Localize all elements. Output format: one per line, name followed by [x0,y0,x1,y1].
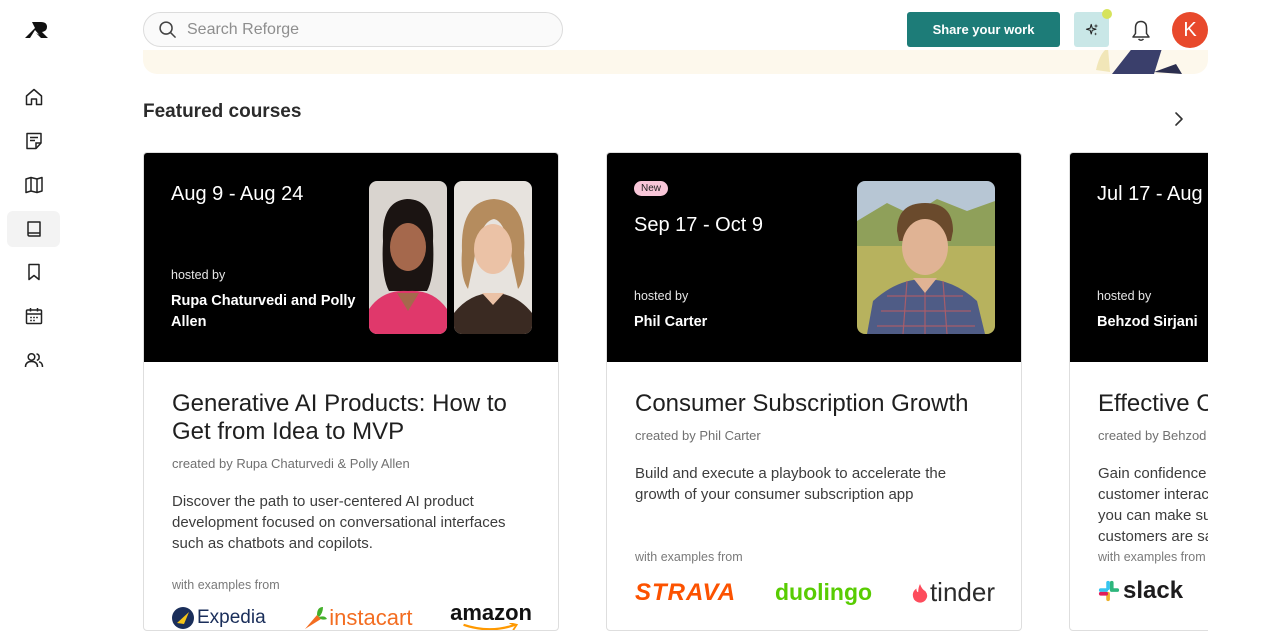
bookmark-icon [27,263,40,281]
card-body: Effective Customer Research created by B… [1070,390,1208,547]
calendar-icon [25,308,42,325]
card-header: Aug 9 - Aug 24 hosted by Rupa Chaturvedi… [144,153,558,362]
search-icon [159,21,176,38]
course-dates: Sep 17 - Oct 9 [634,214,763,236]
bell-icon[interactable] [1130,19,1152,43]
sidebar [0,0,76,634]
company-logos: Expedia instacart amazon [172,602,532,631]
reforge-logo[interactable] [22,16,54,44]
sidebar-item-notes[interactable] [7,123,60,159]
ai-assistant-button[interactable] [1074,9,1112,47]
card-body: Consumer Subscription Growth created by … [607,390,1021,505]
card-header: New Sep 17 - Oct 9 hosted by Phil Carter [607,153,1021,362]
users-icon [24,352,43,368]
search-input[interactable] [187,20,547,39]
hosted-by-label: hosted by [634,289,689,303]
hosted-by-label: hosted by [171,268,226,282]
strava-logo: STRAVA [635,578,737,606]
host-name: Phil Carter [634,314,708,330]
expedia-logo: Expedia [172,606,266,629]
course-description: Discover the path to user-centered AI pr… [172,493,506,552]
course-card[interactable]: New Sep 17 - Oct 9 hosted by Phil Carter… [606,152,1022,631]
sidebar-item-programs[interactable] [7,167,60,203]
home-icon [25,88,42,106]
host-photo [454,181,532,334]
slack-mark-icon [1098,580,1120,602]
created-by: created by Behzod Sirjani [1098,428,1208,443]
sparkle-icon [1085,23,1098,36]
carrot-icon [305,606,328,629]
chevron-right-icon[interactable] [1168,108,1190,130]
amazon-smile-icon [463,623,519,630]
sidebar-item-home[interactable] [7,79,60,115]
course-dates: Aug 9 - Aug 24 [171,183,304,205]
course-card[interactable]: Jul 17 - Aug 1 hosted by Behzod Sirjani … [1069,152,1208,631]
course-title[interactable]: Effective Customer Research [1098,390,1208,418]
sidebar-item-saved[interactable] [7,254,60,290]
course-description: Gain confidence in your customer interac… [1098,465,1208,545]
notification-dot [1102,9,1112,19]
flame-icon [912,583,928,603]
sidebar-item-events[interactable] [7,298,60,334]
host-name: Rupa Chaturvedi and Polly Allen [171,293,356,330]
course-carousel: Aug 9 - Aug 24 hosted by Rupa Chaturvedi… [143,152,1208,634]
share-your-work-button[interactable]: Share your work [907,12,1060,47]
map-icon [24,176,43,194]
duolingo-logo: duolingo [774,579,873,605]
course-card[interactable]: Aug 9 - Aug 24 hosted by Rupa Chaturvedi… [143,152,559,631]
new-badge: New [634,181,669,196]
sidebar-item-courses[interactable] [7,211,60,247]
examples-label: with examples from [172,578,280,592]
created-by: created by Phil Carter [635,428,761,443]
host-name: Behzod Sirjani [1097,314,1198,330]
tinder-logo: tinder [911,577,995,608]
hosted-by-label: hosted by [1097,289,1152,303]
course-dates: Jul 17 - Aug 1 [1097,183,1208,205]
host-photo [857,181,995,334]
search-bar[interactable] [143,12,563,47]
created-by: created by Rupa Chaturvedi & Polly Allen [172,456,410,471]
course-title[interactable]: Generative AI Products: How to Get from … [172,390,530,446]
examples-label: with examples from [1098,550,1206,564]
book-icon [26,221,41,237]
banner[interactable] [143,50,1208,74]
sidebar-item-community[interactable] [7,342,60,378]
expedia-mark-icon [172,606,194,629]
examples-label: with examples from [635,550,743,564]
course-description: Build and execute a playbook to accelera… [635,465,947,503]
section-title: Featured courses [143,101,302,122]
notes-icon [25,132,42,150]
course-title[interactable]: Consumer Subscription Growth [635,390,993,418]
card-header: Jul 17 - Aug 1 hosted by Behzod Sirjani [1070,153,1208,362]
host-photo [369,181,447,334]
slack-logo: slack [1098,577,1183,605]
banner-illustration [1096,50,1182,74]
amazon-logo: amazon [450,602,532,630]
company-logos: STRAVA duolingo tinder [635,577,995,608]
company-logos: slack [1098,577,1183,605]
avatar[interactable]: K [1172,12,1208,48]
instacart-logo: instacart [303,605,412,631]
card-body: Generative AI Products: How to Get from … [144,390,558,554]
